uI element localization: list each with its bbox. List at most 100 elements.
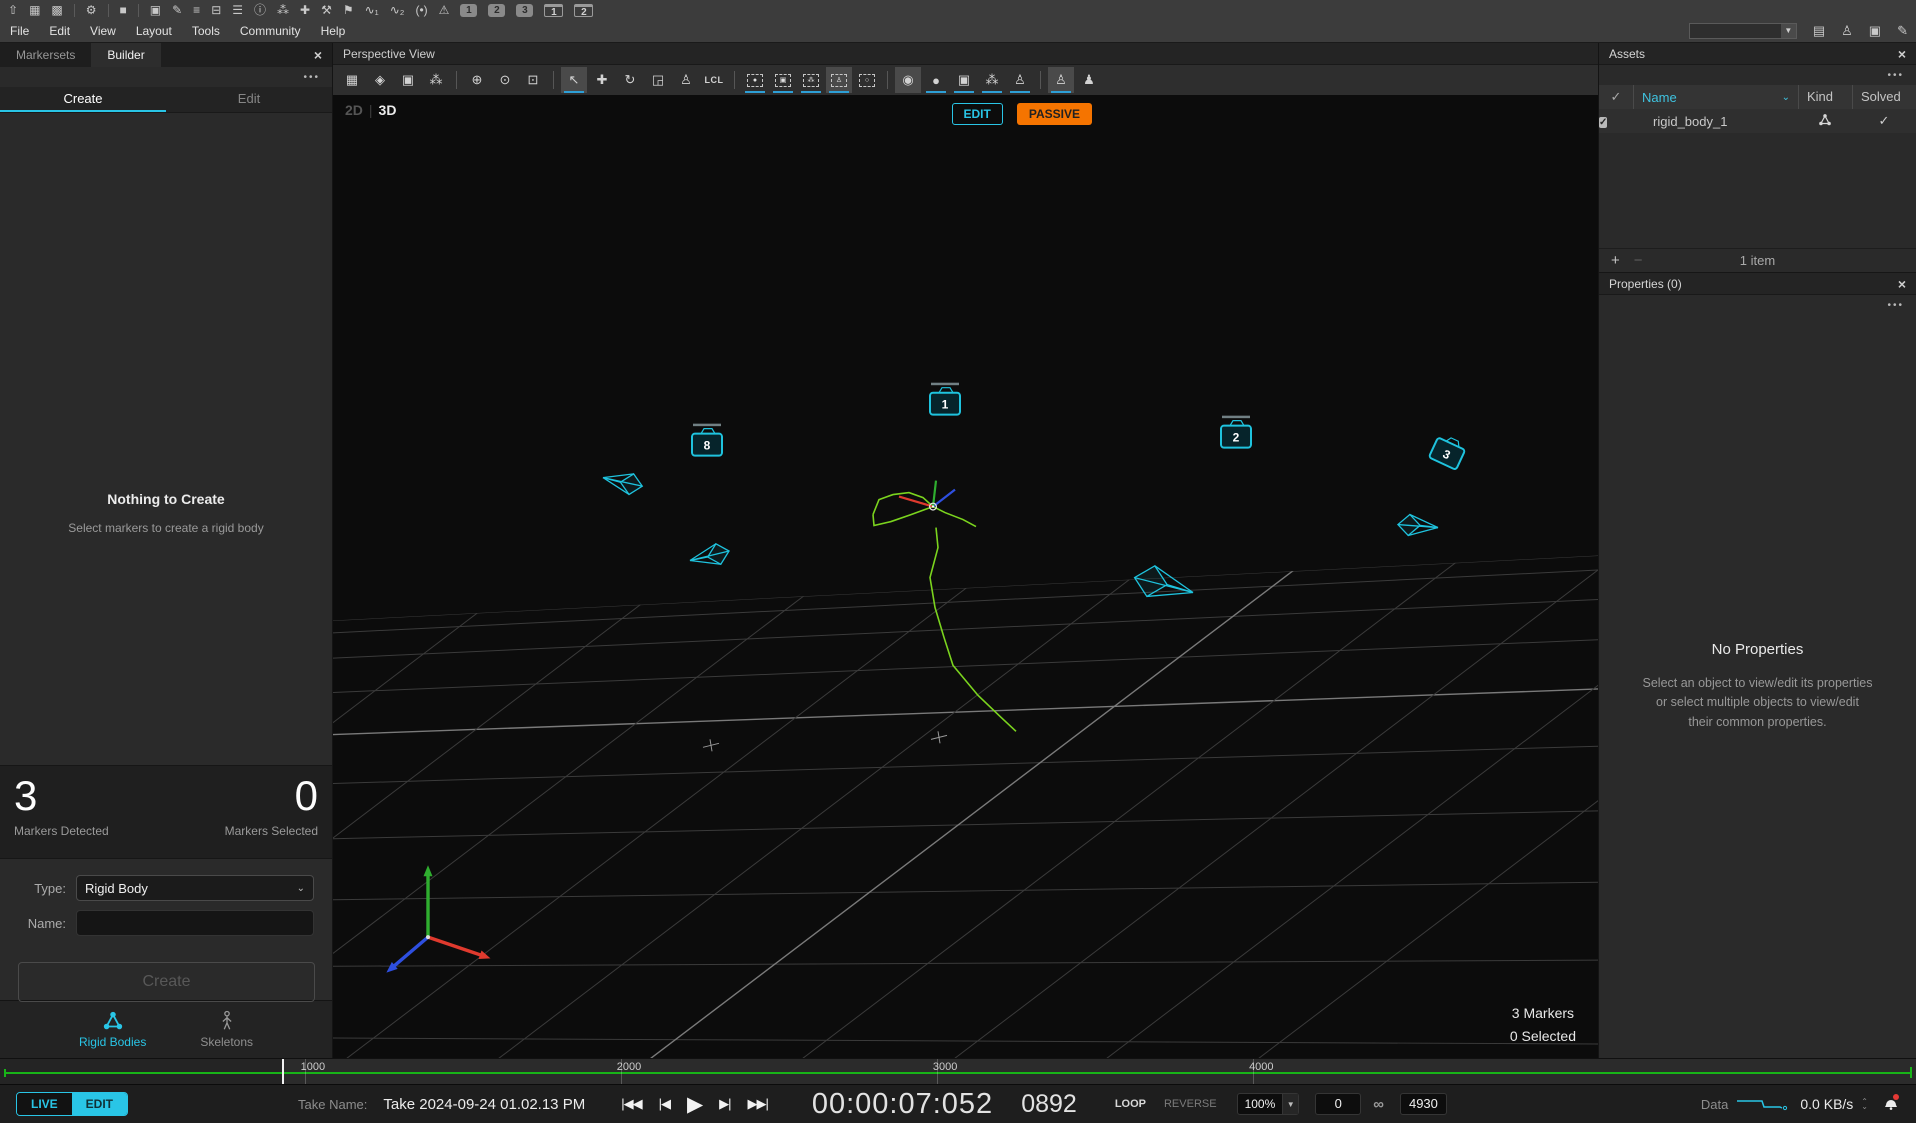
close-icon[interactable]: × bbox=[1898, 46, 1906, 62]
camera-frustum[interactable] bbox=[688, 542, 731, 568]
range-end-field[interactable]: 4930 bbox=[1400, 1093, 1447, 1115]
range-start-field[interactable]: 0 bbox=[1315, 1093, 1361, 1115]
panel-menu-button[interactable]: ••• bbox=[303, 72, 320, 83]
avatar-icon[interactable]: ♟ bbox=[1076, 67, 1102, 93]
camera-frustum[interactable] bbox=[601, 465, 646, 497]
viewport-2-button[interactable]: 2 bbox=[488, 4, 505, 17]
select-circle-filter-icon[interactable]: ○ bbox=[854, 67, 880, 93]
layout-1-button[interactable]: 1 bbox=[544, 4, 563, 17]
show-skeletons-icon[interactable]: ♙ bbox=[1007, 67, 1033, 93]
mode-tab-skeletons[interactable]: Skeletons bbox=[200, 1010, 253, 1049]
camera-8[interactable]: 8 bbox=[692, 424, 722, 456]
panel-tab-markersets[interactable]: Markersets bbox=[0, 43, 91, 67]
kind-column-header[interactable]: Kind bbox=[1798, 85, 1852, 109]
notifications-bell-icon[interactable] bbox=[1882, 1093, 1900, 1116]
range-end-handle[interactable] bbox=[1910, 1067, 1912, 1078]
asset-name[interactable]: rigid_body_1 bbox=[1633, 114, 1798, 129]
close-icon[interactable]: × bbox=[1898, 276, 1906, 292]
select-skeletons-filter-icon[interactable]: ♙ bbox=[826, 67, 852, 93]
zoom-region-icon[interactable]: ⊡ bbox=[520, 67, 546, 93]
open-project-icon[interactable]: ⇧ bbox=[8, 0, 18, 20]
asset-view-icon[interactable]: ⁂ bbox=[423, 67, 449, 93]
camera-icon[interactable]: ▣ bbox=[150, 0, 161, 20]
menu-file[interactable]: File bbox=[10, 24, 29, 38]
scale-tool-icon[interactable]: ◲ bbox=[645, 67, 671, 93]
3d-scene[interactable]: 1823 bbox=[333, 95, 1598, 1058]
jump-start-button[interactable]: |◀◀ bbox=[621, 1096, 641, 1112]
name-input[interactable] bbox=[76, 910, 314, 936]
layout-edit-icon[interactable]: ✎ bbox=[1897, 23, 1908, 39]
mode-2d-button[interactable]: 2D bbox=[345, 102, 363, 118]
menu-edit[interactable]: Edit bbox=[49, 24, 70, 38]
info-icon[interactable]: ⓘ bbox=[254, 0, 266, 20]
mode-3d-button[interactable]: 3D bbox=[379, 102, 397, 118]
graph-1-icon[interactable]: ∿₁ bbox=[365, 0, 379, 20]
menu-view[interactable]: View bbox=[90, 24, 116, 38]
camera-frustum[interactable] bbox=[1130, 561, 1197, 611]
check-column-header[interactable]: ✓ bbox=[1599, 89, 1633, 105]
layout-combobox[interactable]: ▼ bbox=[1689, 23, 1797, 39]
camera-alert-icon[interactable]: ⚠ bbox=[439, 0, 450, 20]
layout-2-button[interactable]: 2 bbox=[574, 4, 593, 17]
archive-icon[interactable]: ⊟ bbox=[211, 0, 221, 20]
create-button[interactable]: Create bbox=[18, 962, 315, 1002]
display-icon[interactable]: ■ bbox=[120, 0, 127, 20]
timeline-playhead[interactable] bbox=[282, 1059, 284, 1084]
cube-view-icon[interactable]: ◈ bbox=[367, 67, 393, 93]
asset-checkbox[interactable]: ✓ bbox=[1599, 117, 1607, 128]
name-column-header[interactable]: Name⌄ bbox=[1633, 85, 1798, 109]
type-select[interactable]: Rigid Body ⌄ bbox=[76, 875, 314, 901]
zoom-selected-icon[interactable]: ⊙ bbox=[492, 67, 518, 93]
camera-2[interactable]: 2 bbox=[1221, 416, 1251, 448]
camera-3[interactable]: 3 bbox=[1429, 433, 1468, 470]
edit-button[interactable]: EDIT bbox=[72, 1093, 127, 1115]
panel-tab-builder[interactable]: Builder bbox=[91, 43, 160, 67]
local-coords-button[interactable]: LCL bbox=[701, 67, 727, 93]
timeline-ruler[interactable]: 1000200030004000 bbox=[0, 1058, 1916, 1084]
save-as-icon[interactable]: ▩ bbox=[51, 0, 62, 20]
take-name-value[interactable]: Take 2024-09-24 01.02.13 PM bbox=[383, 1096, 585, 1113]
rigid-body-icon[interactable]: ⁂ bbox=[277, 0, 289, 20]
streaming-icon[interactable]: (•) bbox=[415, 0, 427, 20]
next-frame-button[interactable]: ▶| bbox=[719, 1096, 730, 1112]
camera-frustum[interactable] bbox=[1396, 513, 1439, 541]
loop-button[interactable]: LOOP bbox=[1115, 1098, 1146, 1110]
properties-menu-button[interactable]: ••• bbox=[1887, 300, 1904, 311]
viewport-canvas[interactable]: 1823 2D|3D EDIT PASSIVE 3 Markers 0 Sele… bbox=[333, 95, 1598, 1058]
tools-icon[interactable]: ⚒ bbox=[321, 0, 332, 20]
binoculars-icon[interactable]: ∞ bbox=[1373, 1096, 1384, 1113]
jump-end-button[interactable]: ▶▶| bbox=[747, 1096, 767, 1112]
camera-view-icon[interactable]: ▣ bbox=[395, 67, 421, 93]
show-markers-icon[interactable]: ● bbox=[923, 67, 949, 93]
translate-tool-icon[interactable]: ✚ bbox=[589, 67, 615, 93]
menu-community[interactable]: Community bbox=[240, 24, 301, 38]
follow-tool-icon[interactable]: ♙ bbox=[673, 67, 699, 93]
graph-2-icon[interactable]: ∿₂ bbox=[390, 0, 405, 20]
show-assets-icon[interactable]: ⁂ bbox=[979, 67, 1005, 93]
select-cameras-filter-icon[interactable]: ▣ bbox=[770, 67, 796, 93]
play-button[interactable]: ▶ bbox=[687, 1092, 702, 1117]
select-assets-filter-icon[interactable]: ⁂ bbox=[798, 67, 824, 93]
menu-layout[interactable]: Layout bbox=[136, 24, 172, 38]
select-tool-icon[interactable]: ↖ bbox=[561, 67, 587, 93]
select-markers-filter-icon[interactable]: ● bbox=[742, 67, 768, 93]
menu-help[interactable]: Help bbox=[321, 24, 346, 38]
zoom-in-icon[interactable]: ⊕ bbox=[464, 67, 490, 93]
viewport-3-button[interactable]: 3 bbox=[516, 4, 533, 17]
subtab-edit[interactable]: Edit bbox=[166, 87, 332, 112]
menu-tools[interactable]: Tools bbox=[192, 24, 220, 38]
prev-frame-button[interactable]: |◀ bbox=[659, 1096, 670, 1112]
skeleton-markers-icon[interactable]: ♙ bbox=[1048, 67, 1074, 93]
close-icon[interactable]: × bbox=[314, 46, 322, 64]
reverse-button[interactable]: REVERSE bbox=[1164, 1098, 1217, 1110]
frame-number[interactable]: 0892 bbox=[1021, 1090, 1077, 1119]
edit-mode-button[interactable]: EDIT bbox=[952, 103, 1003, 125]
visibility-icon[interactable]: ◉ bbox=[895, 67, 921, 93]
live-button[interactable]: LIVE bbox=[17, 1093, 72, 1115]
rotate-tool-icon[interactable]: ↻ bbox=[617, 67, 643, 93]
show-cameras-icon[interactable]: ▣ bbox=[951, 67, 977, 93]
expand-icon[interactable]: ✚ bbox=[300, 0, 310, 20]
subtab-create[interactable]: Create bbox=[0, 87, 166, 112]
layout-skeleton-icon[interactable]: ♙ bbox=[1841, 23, 1853, 39]
passive-mode-button[interactable]: PASSIVE bbox=[1017, 103, 1092, 125]
